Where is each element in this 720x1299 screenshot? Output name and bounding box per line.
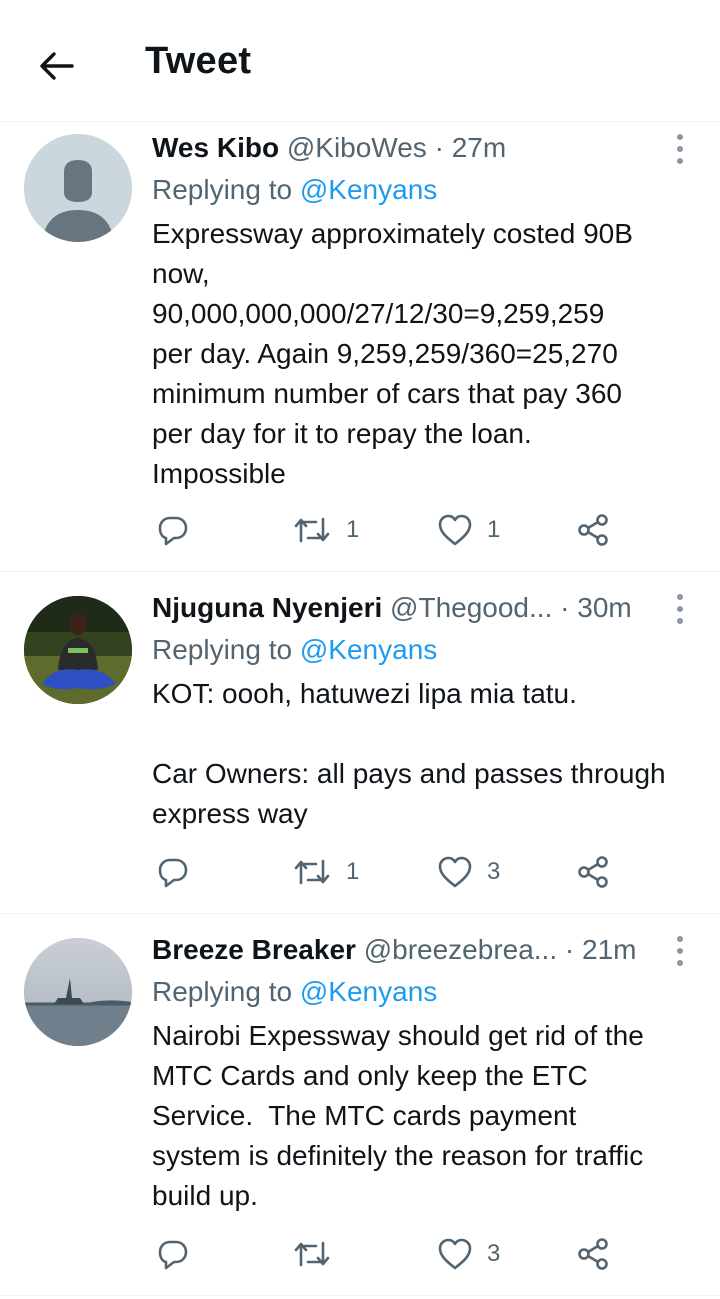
replying-to-mention[interactable]: @Kenyans <box>300 634 437 665</box>
back-arrow-icon <box>40 52 74 80</box>
reply-button[interactable] <box>156 852 190 892</box>
page-title: Tweet <box>145 40 252 82</box>
replying-to-label: Replying to <box>152 634 293 665</box>
retweet-button[interactable]: 1 <box>292 852 359 892</box>
reply-tweet[interactable]: Wes Kibo @KiboWes · 27m Replying to @Ken… <box>0 122 720 572</box>
reply-icon <box>158 858 188 888</box>
retweet-button[interactable] <box>292 1234 346 1274</box>
back-button[interactable] <box>30 44 82 88</box>
tweet-header: Njuguna Nyenjeri @Thegood... · 30m <box>152 588 700 628</box>
retweet-count: 1 <box>346 516 360 543</box>
replying-to-mention[interactable]: @Kenyans <box>300 976 437 1007</box>
avatar[interactable] <box>24 596 132 704</box>
like-count: 1 <box>487 516 501 543</box>
tweet-header: Breeze Breaker @breezebrea... · 21m <box>152 930 700 970</box>
share-icon <box>578 514 608 546</box>
more-options-button[interactable] <box>660 594 700 624</box>
top-app-bar: Tweet <box>0 0 720 122</box>
reply-icon <box>158 516 188 546</box>
action-bar: 1 1 <box>152 510 622 550</box>
action-bar: 3 <box>152 1234 622 1274</box>
share-button[interactable] <box>576 852 612 892</box>
like-button[interactable]: 1 <box>437 510 500 550</box>
more-options-button[interactable] <box>660 134 700 164</box>
default-avatar-icon <box>24 134 132 242</box>
more-vertical-icon <box>677 594 683 600</box>
share-button[interactable] <box>576 510 612 550</box>
share-icon <box>578 856 608 888</box>
user-photo-icon <box>24 938 132 1046</box>
avatar[interactable] <box>24 938 132 1046</box>
like-button[interactable]: 3 <box>437 1234 500 1274</box>
like-icon <box>438 856 472 888</box>
author-handle[interactable]: @Thegood... <box>390 592 552 623</box>
separator-dot: · <box>560 592 570 623</box>
avatar[interactable] <box>24 134 132 242</box>
action-bar: 1 3 <box>152 852 622 892</box>
replying-to-label: Replying to <box>152 976 293 1007</box>
replying-to: Replying to @Kenyans <box>152 972 700 1012</box>
timestamp[interactable]: 30m <box>577 592 631 623</box>
replying-to: Replying to @Kenyans <box>152 630 700 670</box>
reply-icon <box>158 1240 188 1270</box>
like-icon <box>438 1238 472 1270</box>
reply-tweet[interactable]: Breeze Breaker @breezebrea... · 21m Repl… <box>0 914 720 1296</box>
tweet-text: Expressway approximately costed 90B now,… <box>152 218 633 489</box>
replying-to-label: Replying to <box>152 174 293 205</box>
author-name[interactable]: Njuguna Nyenjeri <box>152 592 382 623</box>
share-icon <box>578 1238 608 1270</box>
like-icon <box>438 514 472 546</box>
reply-button[interactable] <box>156 1234 190 1274</box>
retweet-button[interactable]: 1 <box>292 510 359 550</box>
tweet-text: KOT: oooh, hatuwezi lipa mia tatu. Car O… <box>152 678 666 829</box>
author-name[interactable]: Breeze Breaker <box>152 934 356 965</box>
share-button[interactable] <box>576 1234 612 1274</box>
more-vertical-icon <box>677 936 683 942</box>
timestamp[interactable]: 27m <box>452 132 506 163</box>
retweet-count: 1 <box>346 858 360 885</box>
timestamp[interactable]: 21m <box>582 934 636 965</box>
separator-dot: · <box>564 934 575 965</box>
reply-button[interactable] <box>156 510 190 550</box>
author-handle[interactable]: @KiboWes <box>287 132 427 163</box>
tweet-header: Wes Kibo @KiboWes · 27m <box>152 128 700 168</box>
more-vertical-icon <box>677 134 683 140</box>
reply-tweet[interactable]: Njuguna Nyenjeri @Thegood... · 30m Reply… <box>0 572 720 914</box>
like-count: 3 <box>487 1240 501 1267</box>
retweet-icon <box>294 859 330 885</box>
more-options-button[interactable] <box>660 936 700 966</box>
user-photo-icon <box>24 596 132 704</box>
replying-to: Replying to @Kenyans <box>152 170 700 210</box>
separator-dot: · <box>434 132 444 163</box>
replying-to-mention[interactable]: @Kenyans <box>300 174 437 205</box>
like-button[interactable]: 3 <box>437 852 500 892</box>
author-name[interactable]: Wes Kibo <box>152 132 279 163</box>
retweet-icon <box>294 517 330 543</box>
tweet-text: Nairobi Expessway should get rid of the … <box>152 1020 644 1211</box>
like-count: 3 <box>487 858 501 885</box>
retweet-icon <box>294 1241 330 1267</box>
author-handle[interactable]: @breezebrea... <box>364 934 557 965</box>
